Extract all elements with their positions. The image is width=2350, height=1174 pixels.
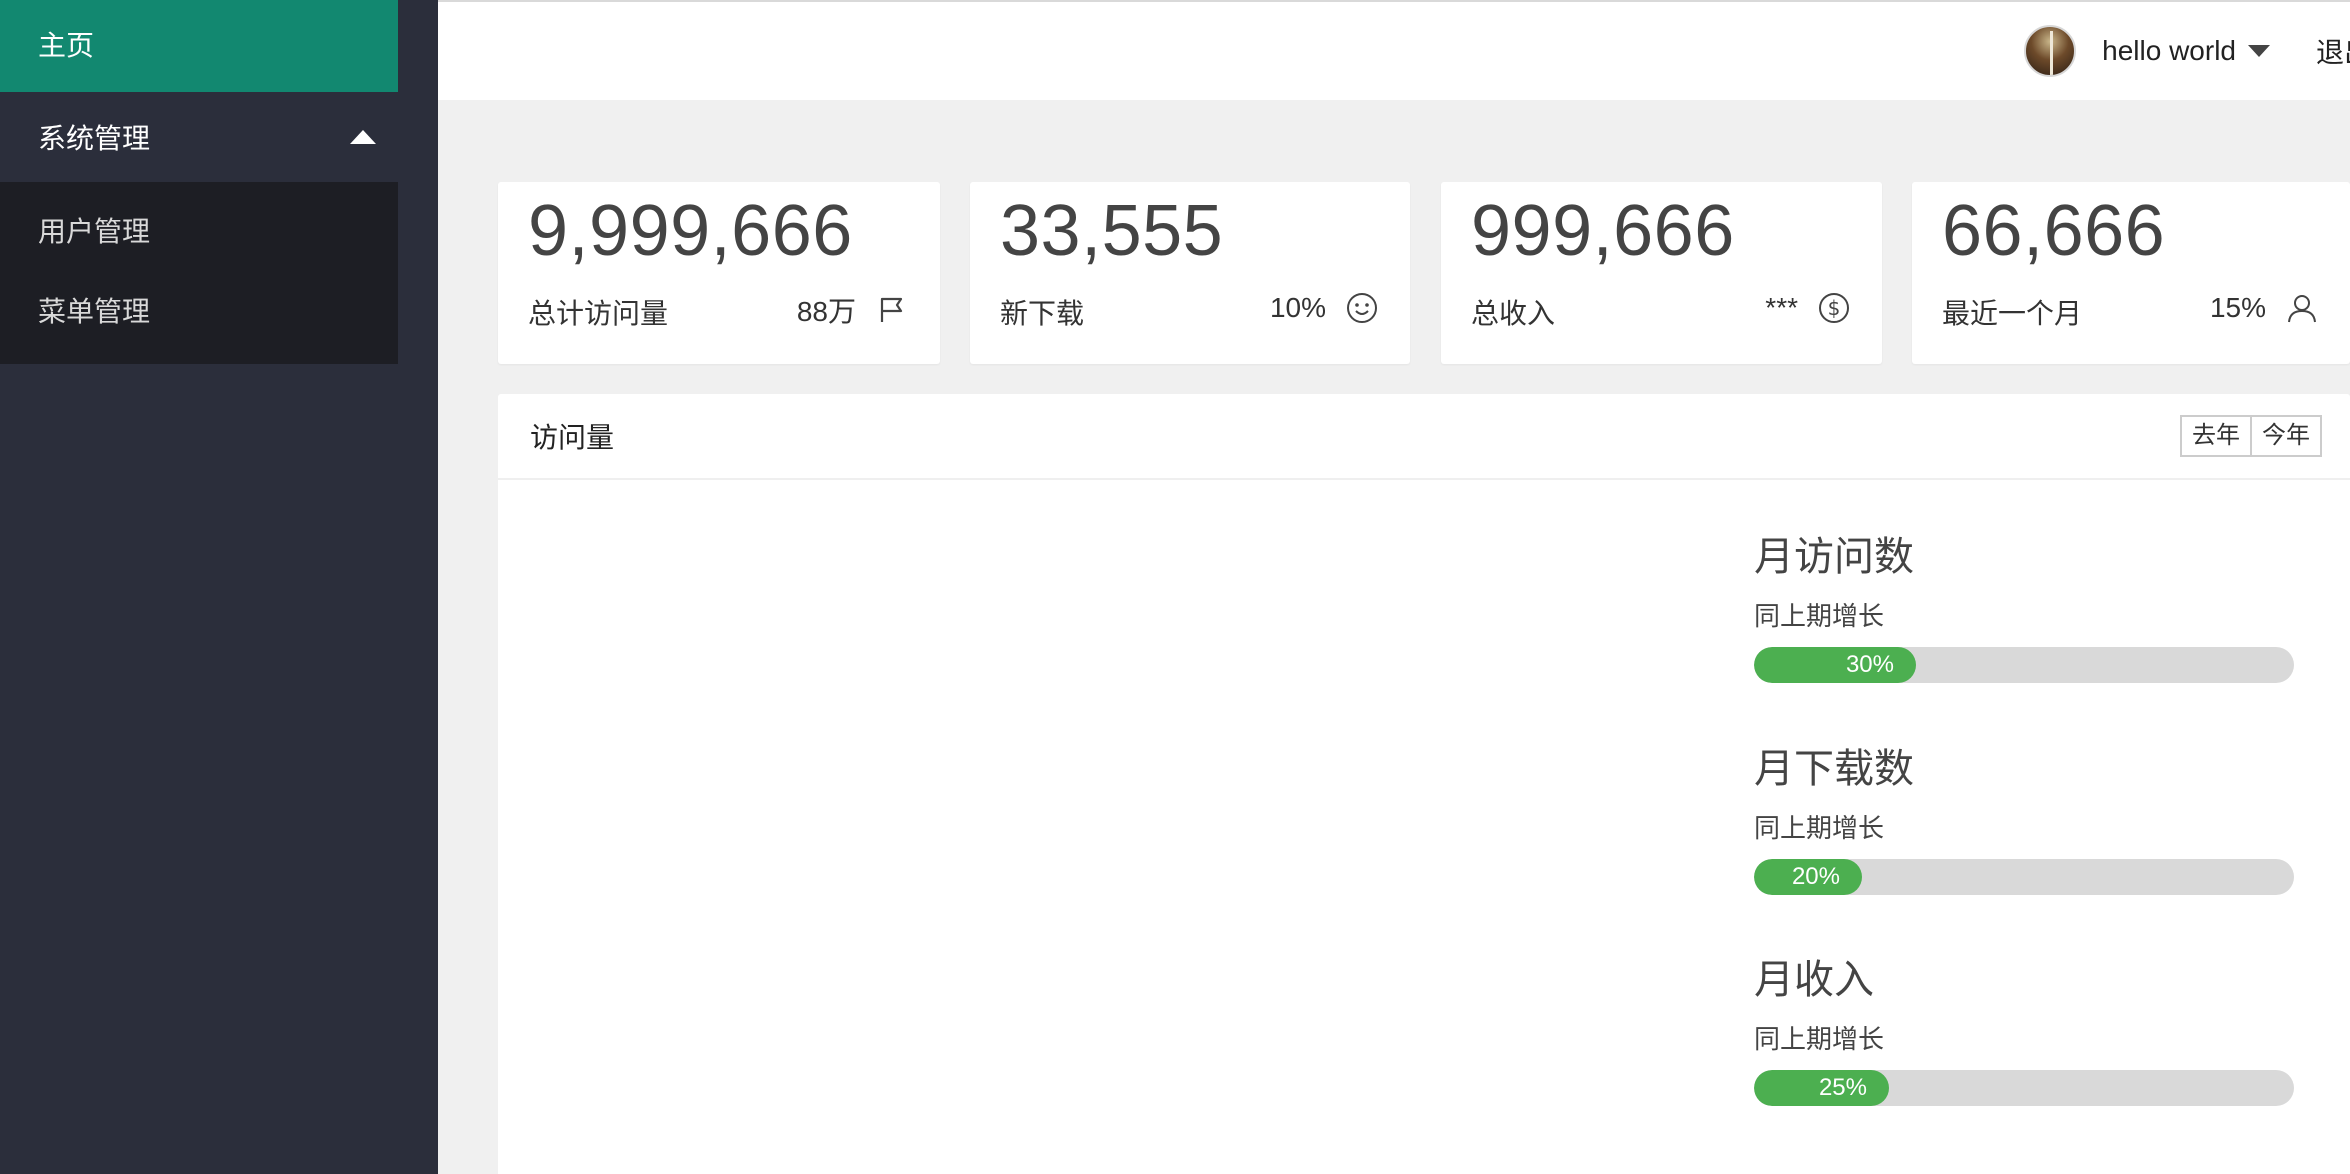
stat-label: 新下载 (1000, 298, 1085, 329)
app-root: 主页 系统管理 用户管理 菜单管理 hello world 退出 9,999,6… (0, 0, 2350, 1174)
progress-fill: 20% (1754, 859, 1862, 895)
chevron-up-icon (350, 130, 376, 144)
dollar-icon: $ (1816, 290, 1852, 326)
stat-value: 33,555 (1000, 191, 1224, 271)
stat-label: 最近一个月 (1942, 298, 2083, 329)
username[interactable]: hello world (2102, 35, 2236, 67)
stat-card-income: 999,666 总收入 *** $ (1441, 182, 1882, 364)
stat-side: 15% (2210, 290, 2320, 326)
top-header: hello world 退出 (438, 2, 2350, 100)
metric-title: 月访问数 (1754, 535, 1914, 579)
this-year-button[interactable]: 今年 (2252, 415, 2322, 457)
year-toggle: 去年 今年 (2180, 415, 2322, 457)
stat-side: *** $ (1765, 290, 1852, 326)
sidebar-item-users[interactable]: 用户管理 (0, 192, 398, 272)
metric-title: 月收入 (1754, 958, 1874, 1002)
user-icon (2284, 290, 2320, 326)
avatar[interactable] (2024, 25, 2077, 77)
flag-icon (874, 292, 910, 328)
metric-subtitle: 同上期增长 (1754, 1024, 1885, 1054)
progress-bar: 20% (1754, 859, 2294, 895)
stat-value: 66,666 (1942, 191, 2166, 271)
stat-label: 总收入 (1471, 298, 1556, 329)
progress-bar: 30% (1754, 647, 2294, 683)
smile-icon (1344, 290, 1380, 326)
stat-side: 88万 (797, 290, 910, 330)
metric-title: 月下载数 (1754, 747, 1914, 791)
stat-label: 总计访问量 (528, 298, 669, 329)
stat-side-value: *** (1765, 292, 1798, 323)
stat-card-recent-month: 66,666 最近一个月 15% (1912, 182, 2350, 364)
chevron-down-icon[interactable] (2248, 45, 2270, 57)
metric-monthly-visits: 月访问数 同上期增长 30% (1754, 524, 2294, 683)
panel-title: 访问量 (530, 422, 615, 453)
progress-fill: 30% (1754, 647, 1916, 683)
logout-link[interactable]: 退出 (2316, 31, 2350, 71)
sidebar-item-menus[interactable]: 菜单管理 (0, 272, 398, 352)
stat-side-value: 88万 (796, 296, 856, 327)
sidebar-menu: 主页 系统管理 用户管理 菜单管理 (0, 0, 398, 364)
metric-monthly-downloads: 月下载数 同上期增长 20% (1754, 736, 2294, 895)
sidebar-item-home[interactable]: 主页 (0, 0, 398, 92)
svg-text:$: $ (1828, 296, 1841, 320)
metric-subtitle: 同上期增长 (1754, 813, 1885, 843)
sidebar-group-system[interactable]: 系统管理 (0, 92, 398, 182)
progress-fill: 25% (1754, 1070, 1889, 1106)
stat-card-visits: 9,999,666 总计访问量 88万 (498, 182, 940, 364)
progress-bar: 25% (1754, 1070, 2294, 1106)
panel-header: 访问量 去年 今年 (498, 394, 2350, 480)
visits-panel: 访问量 去年 今年 月访问数 同上期增长 30% 月下载数 同上期增长 20% … (498, 394, 2350, 1174)
metric-monthly-income: 月收入 同上期增长 25% (1754, 947, 2294, 1106)
stat-side: 10% (1270, 290, 1380, 326)
stat-card-downloads: 33,555 新下载 10% (970, 182, 1410, 364)
stat-value: 9,999,666 (528, 191, 853, 271)
sidebar-submenu: 用户管理 菜单管理 (0, 182, 398, 364)
last-year-button[interactable]: 去年 (2180, 415, 2252, 457)
sidebar: 主页 系统管理 用户管理 菜单管理 (0, 0, 438, 1174)
stat-side-value: 10% (1269, 292, 1326, 323)
stat-side-value: 15% (2209, 292, 2266, 323)
sidebar-group-label: 系统管理 (38, 123, 151, 154)
metric-subtitle: 同上期增长 (1754, 601, 1885, 631)
stat-value: 999,666 (1471, 191, 1735, 271)
